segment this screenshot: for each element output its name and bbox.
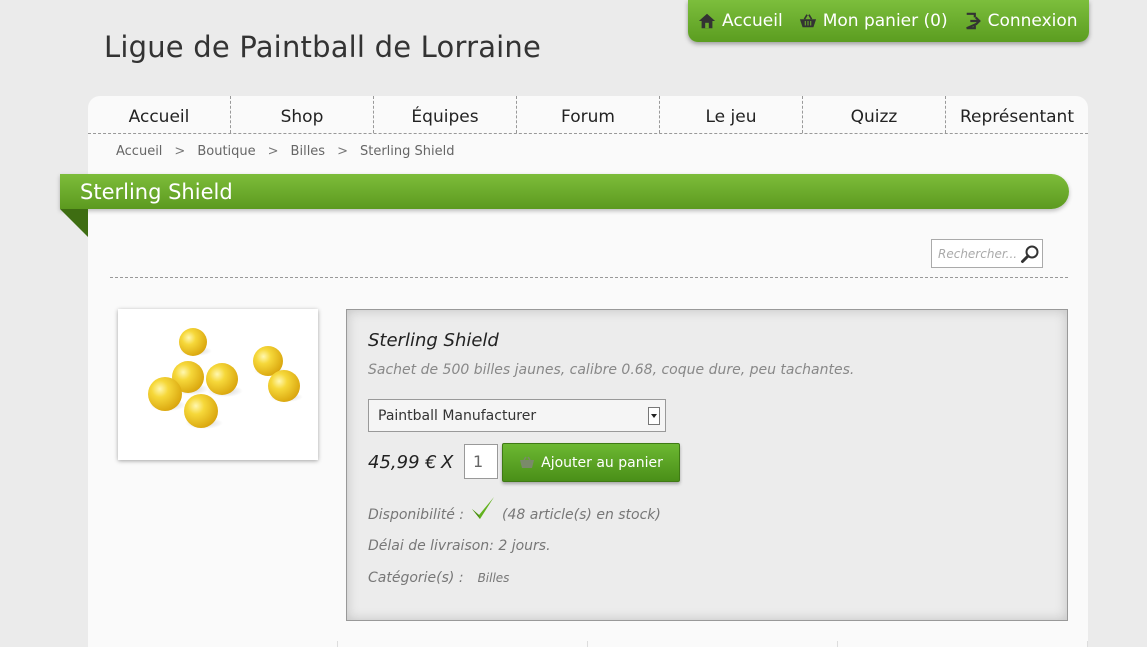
user-bar: Accueil Mon panier (0) Connexion [688,0,1089,42]
product-name: Sterling Shield [368,330,499,351]
user-bar-cart[interactable]: Mon panier (0) [799,11,948,31]
nav-item-le-jeu[interactable]: Le jeu [660,96,803,133]
breadcrumb-separator: > [337,144,348,159]
user-bar-home[interactable]: Accueil [698,11,783,31]
category-link-billes[interactable]: Billes [478,571,510,585]
login-icon [965,12,981,30]
check-icon [472,497,495,519]
user-bar-login[interactable]: Connexion [964,11,1078,31]
footer-column [588,641,838,647]
nav-item-accueil[interactable]: Accueil [88,96,231,133]
ribbon-fold [60,209,88,237]
breadcrumb-item-accueil[interactable]: Accueil [116,144,162,159]
user-bar-home-label: Accueil [722,11,783,31]
add-to-cart-label: Ajouter au panier [541,454,663,471]
paintballs-image [148,328,303,429]
times-sign: X [441,452,454,473]
page-title: Sterling Shield [80,179,233,204]
nav-item-forum[interactable]: Forum [517,96,660,133]
main-nav: Accueil Shop Équipes Forum Le jeu Quizz … [88,96,1088,134]
category-line: Catégorie(s) : Billes [368,570,509,586]
magnifier-icon[interactable] [1020,244,1040,264]
delivery-line: Délai de livraison: 2 jours. [368,538,551,554]
section-divider [110,277,1068,278]
footer-column [338,641,588,647]
product-price: 45,99 € [368,452,437,473]
nav-item-shop[interactable]: Shop [231,96,374,133]
nav-item-representant[interactable]: Représentant [946,96,1088,133]
search-input[interactable] [938,246,1018,261]
availability-stock: (48 article(s) en stock) [502,507,661,523]
footer-columns [88,641,1088,647]
availability-line: Disponibilité : (48 article(s) en stock) [368,497,661,523]
breadcrumb: Accueil > Boutique > Billes > Sterling S… [116,144,455,159]
home-icon [698,13,716,29]
manufacturer-select[interactable]: Paintball Manufacturer [368,399,666,432]
breadcrumb-separator: > [267,144,279,159]
search-box [931,239,1043,268]
basket-icon [799,14,816,28]
category-label: Catégorie(s) : [368,570,464,586]
add-to-cart-button[interactable]: Ajouter au panier [502,443,680,482]
footer-column [88,641,338,647]
product-image[interactable] [118,309,318,460]
product-details: Sterling Shield Sachet de 500 billes jau… [346,309,1068,621]
nav-item-equipes[interactable]: Équipes [374,96,517,133]
cart-icon [520,456,535,468]
availability-label: Disponibilité : [368,507,465,523]
footer-column [838,641,1088,647]
quantity-input[interactable] [464,444,498,479]
breadcrumb-item-current: Sterling Shield [359,144,455,159]
user-bar-cart-label: Mon panier (0) [822,11,948,31]
dropdown-arrow-icon[interactable] [648,407,660,425]
breadcrumb-item-billes[interactable]: Billes [291,144,326,159]
manufacturer-select-value: Paintball Manufacturer [378,407,537,424]
delivery-text: Délai de livraison: 2 jours. [368,538,551,554]
page-title-ribbon: Sterling Shield [60,174,1069,209]
nav-item-quizz[interactable]: Quizz [803,96,946,133]
user-bar-login-label: Connexion [987,11,1078,31]
site-title[interactable]: Ligue de Paintball de Lorraine [104,30,541,64]
product-description: Sachet de 500 billes jaunes, calibre 0.6… [368,362,855,378]
breadcrumb-item-boutique[interactable]: Boutique [197,144,255,159]
breadcrumb-separator: > [174,144,186,159]
